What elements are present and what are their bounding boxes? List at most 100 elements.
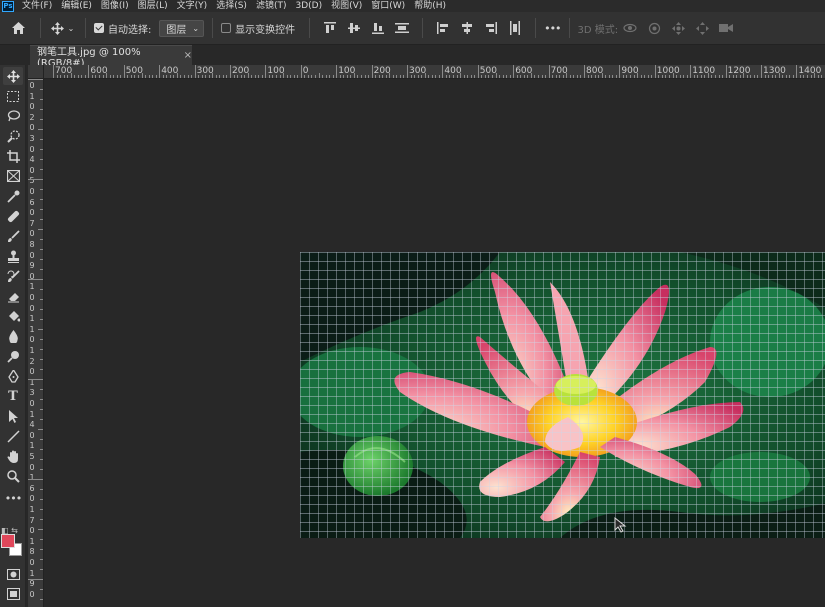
eraser-icon[interactable]	[3, 287, 23, 305]
lasso-icon[interactable]	[3, 107, 23, 125]
slide-3d-icon[interactable]	[690, 18, 714, 38]
ruler-top-tick	[187, 75, 189, 78]
ruler-left-label: 1	[29, 282, 35, 292]
ruler-top-tick	[272, 75, 274, 78]
ruler-top-tick	[545, 75, 547, 78]
menu-type[interactable]: 文字(Y)	[177, 0, 208, 12]
ruler-left-tick	[40, 559, 43, 560]
align-bottom-icon[interactable]	[366, 18, 390, 38]
line-icon[interactable]	[3, 427, 23, 445]
ruler-top-tick	[233, 75, 235, 78]
orbit-3d-icon[interactable]	[618, 18, 642, 38]
ruler-left-tick	[40, 439, 43, 440]
ruler-origin[interactable]	[28, 65, 44, 79]
blur-icon[interactable]	[3, 327, 23, 345]
show-transform-checkbox[interactable]	[221, 23, 232, 33]
more-options-button[interactable]: •••	[544, 22, 561, 35]
ruler-top-tick	[743, 73, 745, 78]
roll-3d-icon[interactable]	[642, 18, 666, 38]
ruler-top-tick	[113, 75, 115, 78]
move-icon[interactable]	[3, 67, 23, 85]
eyedropper-icon[interactable]	[3, 187, 23, 205]
align-hcenter-icon[interactable]	[455, 18, 479, 38]
stamp-icon[interactable]	[3, 247, 23, 265]
move-tool-preset-icon[interactable]	[49, 21, 65, 35]
menu-file[interactable]: 文件(F)	[22, 0, 52, 12]
zoom-icon[interactable]	[3, 467, 23, 485]
paint-bucket-icon[interactable]	[3, 307, 23, 325]
ruler-left-label: 0	[29, 526, 35, 536]
ruler-top-tick	[346, 75, 348, 78]
healing-icon[interactable]	[3, 207, 23, 225]
menu-image[interactable]: 图像(I)	[101, 0, 129, 12]
screen-mode-icon[interactable]	[3, 585, 23, 603]
ruler-left-label: 6	[29, 483, 35, 493]
crop-icon[interactable]	[3, 147, 23, 165]
document-tab[interactable]: 钢笔工具.jpg @ 100%(RGB/8#) ×	[30, 45, 192, 69]
ruler-top-tick	[198, 75, 200, 78]
menu-3d[interactable]: 3D(D)	[295, 0, 322, 12]
distribute-icon[interactable]	[390, 18, 414, 38]
ruler-top-tick	[739, 75, 741, 78]
vertical-ruler[interactable]: 0102030405060708090100110120130140150160…	[28, 79, 44, 607]
horizontal-ruler[interactable]: 700 600 500 400 300 200 100 0 100 200 300 400 500 600…	[44, 65, 825, 79]
lotus-image[interactable]	[300, 252, 825, 538]
ruler-top-tick	[353, 73, 355, 78]
ruler-top-tick	[513, 65, 515, 78]
ruler-top-tick	[587, 75, 589, 78]
dodge-icon[interactable]	[3, 347, 23, 365]
menu-edit[interactable]: 编辑(E)	[61, 0, 92, 12]
auto-select-checkbox[interactable]	[94, 23, 104, 33]
ruler-top-tick	[385, 75, 387, 78]
ruler-top-tick	[622, 75, 624, 78]
ruler-top-tick	[488, 75, 490, 78]
ruler-left-label: 8	[29, 547, 35, 557]
quick-mask-icon[interactable]	[3, 565, 23, 583]
ruler-top-tick	[764, 75, 766, 78]
canvas-area[interactable]	[44, 80, 825, 607]
align-vcenter-icon[interactable]	[342, 18, 366, 38]
ruler-top-tick	[530, 73, 532, 78]
options-bar: ⌄ 自动选择: 图层 ⌄ 显示变换控件 ••• 3D 模式:	[0, 12, 825, 45]
foreground-color-swatch[interactable]	[1, 534, 15, 548]
ruler-top-tick	[580, 75, 582, 78]
quick-select-icon[interactable]	[3, 127, 23, 145]
ruler-top-tick	[343, 75, 345, 78]
frame-icon[interactable]	[3, 167, 23, 185]
ruler-top-tick	[782, 75, 784, 78]
align-top-icon[interactable]	[318, 18, 342, 38]
pen-icon[interactable]	[3, 367, 23, 385]
brush-icon[interactable]	[3, 227, 23, 245]
ruler-top-tick	[357, 75, 359, 78]
menu-window[interactable]: 窗口(W)	[371, 0, 405, 12]
menu-filter[interactable]: 滤镜(T)	[256, 0, 287, 12]
menu-help[interactable]: 帮助(H)	[414, 0, 446, 12]
ruler-left-tick	[40, 259, 43, 260]
ruler-top-tick	[166, 75, 168, 78]
ruler-left-tick	[40, 419, 43, 420]
close-icon[interactable]: ×	[184, 50, 192, 61]
menu-select[interactable]: 选择(S)	[216, 0, 247, 12]
ruler-top-tick	[176, 73, 178, 78]
marquee-icon[interactable]	[3, 87, 23, 105]
more-tools-icon[interactable]: •••	[3, 489, 23, 507]
history-brush-icon[interactable]	[3, 267, 23, 285]
auto-select-target-dropdown[interactable]: 图层 ⌄	[159, 19, 205, 37]
ruler-top-tick	[109, 75, 111, 78]
menu-view[interactable]: 视图(V)	[331, 0, 362, 12]
hand-icon[interactable]	[3, 447, 23, 465]
preset-chevron-icon[interactable]: ⌄	[65, 24, 77, 33]
ruler-left-label: 4	[29, 155, 35, 165]
ruler-top-tick	[566, 73, 568, 78]
path-select-icon[interactable]	[3, 407, 23, 425]
home-icon[interactable]	[4, 21, 32, 35]
distribute-horizontal-icon[interactable]	[503, 18, 527, 38]
align-left-icon[interactable]	[431, 18, 455, 38]
separator	[568, 18, 570, 38]
menu-layer[interactable]: 图层(L)	[138, 0, 168, 12]
camera-3d-icon[interactable]	[714, 18, 738, 38]
pan-3d-icon[interactable]	[666, 18, 690, 38]
type-icon[interactable]: T	[3, 387, 23, 405]
ruler-top-tick	[445, 75, 447, 78]
align-right-icon[interactable]	[479, 18, 503, 38]
